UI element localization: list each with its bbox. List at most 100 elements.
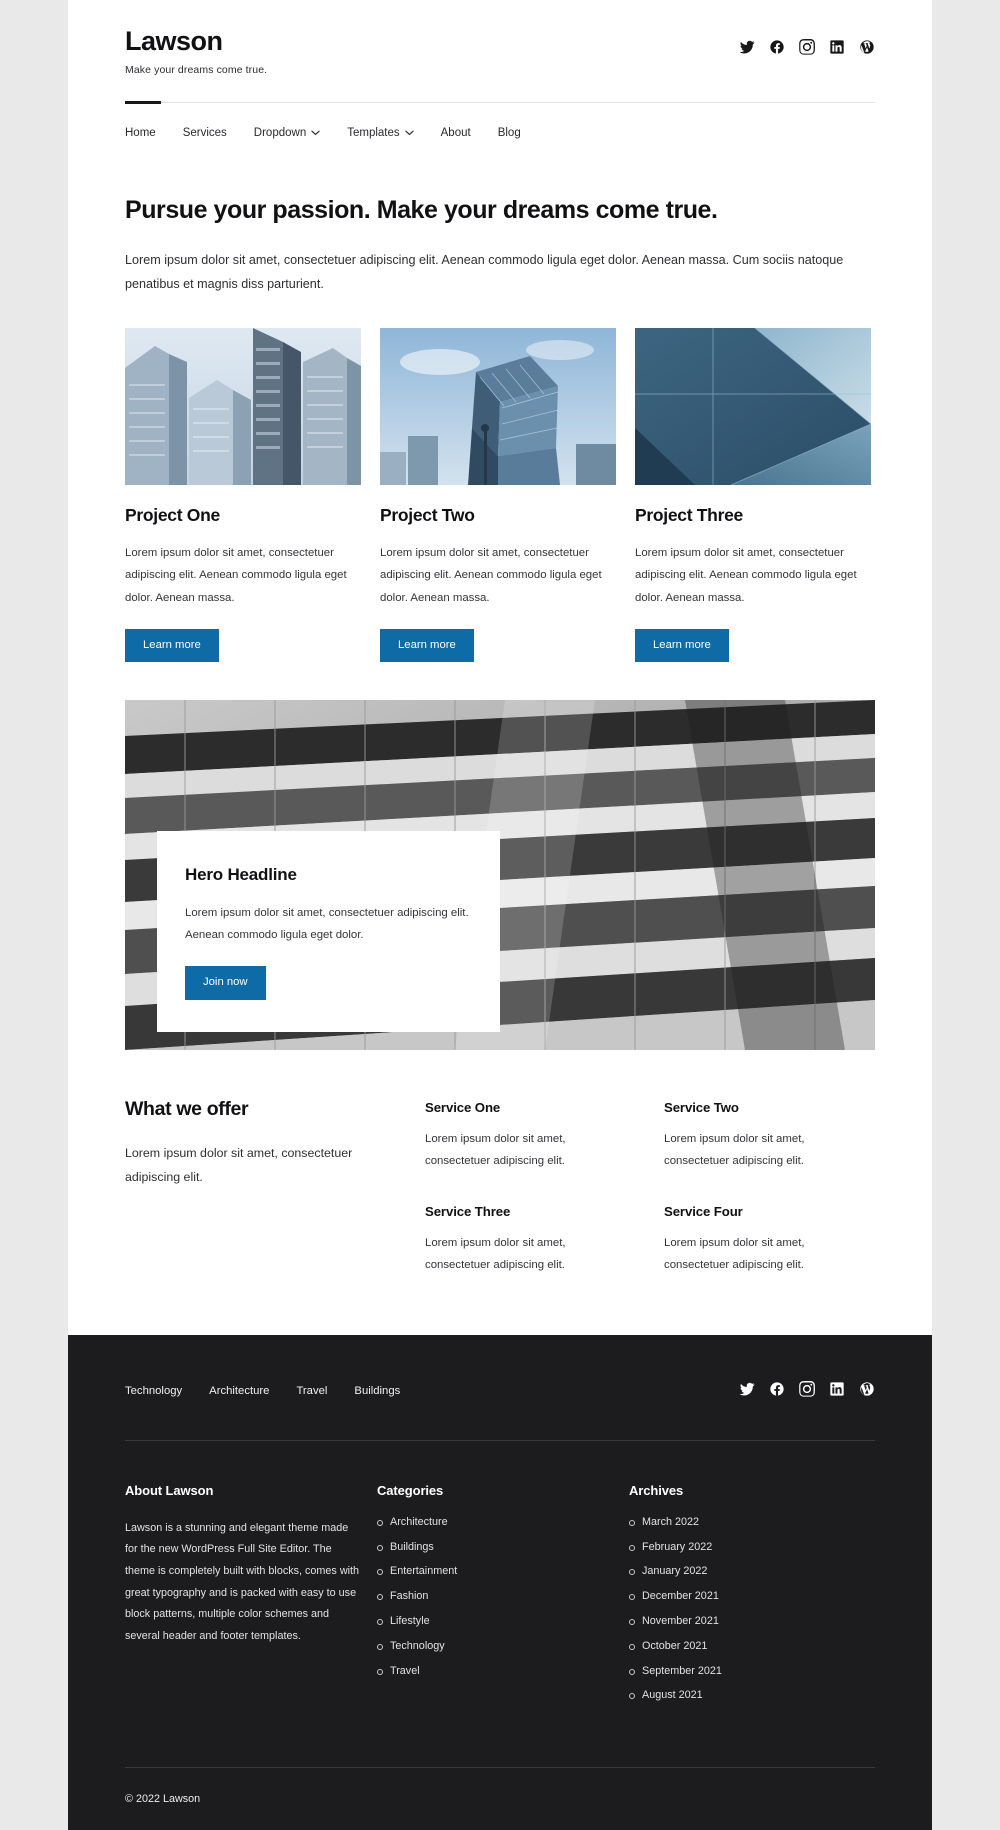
footer-about-heading: About Lawson: [125, 1482, 214, 1498]
list-item[interactable]: March 2022: [629, 1516, 875, 1528]
footer-nav-item-travel[interactable]: Travel: [296, 1385, 327, 1397]
nav-item-blog[interactable]: Blog: [498, 127, 521, 139]
learn-more-button[interactable]: Learn more: [125, 628, 219, 663]
instagram-icon[interactable]: [799, 1380, 815, 1402]
hero-banner-text: Lorem ipsum dolor sit amet, consectetuer…: [185, 907, 469, 941]
hero-banner: Hero Headline Lorem ipsum dolor sit amet…: [125, 700, 875, 1051]
project-card: Project Two Lorem ipsum dolor sit amet, …: [380, 328, 616, 663]
primary-navigation-bar: Home Services Dropdown Templates About B…: [125, 100, 875, 149]
nav-item-about[interactable]: About: [441, 127, 471, 139]
twitter-icon[interactable]: [739, 1381, 755, 1402]
footer-nav-item-architecture[interactable]: Architecture: [209, 1385, 269, 1397]
facebook-icon[interactable]: [769, 39, 785, 55]
list-item[interactable]: Fashion: [377, 1591, 629, 1602]
footer-nav-item-buildings[interactable]: Buildings: [354, 1385, 400, 1397]
service-title: Service Four: [664, 1204, 743, 1220]
list-item[interactable]: December 2021: [629, 1591, 875, 1602]
wordpress-icon[interactable]: [859, 39, 875, 55]
project-description: Lorem ipsum dolor sit amet, consectetuer…: [125, 547, 347, 604]
active-nav-indicator: [125, 100, 161, 104]
service-title: Service One: [425, 1100, 501, 1116]
nav-item-services[interactable]: Services: [183, 127, 227, 139]
nav-item-label: Templates: [347, 126, 400, 139]
header-social-links: [739, 27, 875, 55]
site-page: Lawson Make your dreams come true. Home …: [68, 0, 932, 1830]
services-intro: What we offer Lorem ipsum dolor sit amet…: [125, 1098, 425, 1277]
list-item[interactable]: Buildings: [377, 1541, 629, 1553]
project-image-one: [125, 328, 361, 486]
list-item[interactable]: Architecture: [377, 1516, 629, 1528]
instagram-icon[interactable]: [799, 39, 815, 55]
learn-more-button[interactable]: Learn more: [380, 628, 474, 663]
project-description: Lorem ipsum dolor sit amet, consectetuer…: [635, 547, 857, 604]
list-item[interactable]: Technology: [377, 1640, 629, 1652]
footer-copyright-bar: © 2022 Lawson: [125, 1768, 875, 1830]
services-heading: What we offer: [125, 1098, 249, 1121]
chevron-down-icon: [311, 130, 320, 136]
footer-column-archives: Archives March 2022 February 2022 Januar…: [629, 1483, 875, 1715]
list-item[interactable]: October 2021: [629, 1640, 875, 1652]
project-card: Project Three Lorem ipsum dolor sit amet…: [635, 328, 871, 663]
linkedin-icon[interactable]: [829, 39, 845, 55]
list-item[interactable]: September 2021: [629, 1665, 875, 1677]
service-item: Service Three Lorem ipsum dolor sit amet…: [425, 1204, 636, 1276]
service-item: Service Four Lorem ipsum dolor sit amet,…: [664, 1204, 875, 1276]
site-tagline: Make your dreams come true.: [125, 63, 268, 76]
footer-archives-heading: Archives: [629, 1482, 684, 1498]
service-text: Lorem ipsum dolor sit amet, consectetuer…: [425, 1133, 566, 1167]
learn-more-button[interactable]: Learn more: [635, 628, 729, 663]
site-title[interactable]: Lawson: [125, 26, 267, 57]
list-item[interactable]: August 2021: [629, 1690, 875, 1701]
services-intro-text: Lorem ipsum dolor sit amet, consectetuer…: [125, 1146, 353, 1185]
footer-column-categories: Categories Architecture Buildings Entert…: [377, 1483, 629, 1715]
footer-categories-heading: Categories: [377, 1482, 444, 1498]
site-header: Lawson Make your dreams come true.: [125, 0, 875, 76]
nav-item-label: Home: [125, 126, 156, 139]
list-item[interactable]: Entertainment: [377, 1566, 629, 1577]
hero-banner-title: Hero Headline: [185, 865, 297, 885]
service-text: Lorem ipsum dolor sit amet, consectetuer…: [425, 1237, 566, 1272]
twitter-icon[interactable]: [739, 39, 755, 55]
service-item: Service One Lorem ipsum dolor sit amet, …: [425, 1100, 636, 1172]
list-item[interactable]: Travel: [377, 1665, 629, 1677]
footer-column-about: About Lawson Lawson is a stunning and el…: [125, 1483, 377, 1715]
nav-item-home[interactable]: Home: [125, 127, 156, 139]
join-now-button[interactable]: Join now: [185, 966, 266, 1000]
footer-archives-list: March 2022 February 2022 January 2022 De…: [629, 1516, 875, 1701]
service-title: Service Two: [664, 1100, 739, 1116]
list-item[interactable]: November 2021: [629, 1616, 875, 1627]
list-item[interactable]: January 2022: [629, 1566, 875, 1577]
nav-item-label: About: [440, 126, 471, 139]
services-grid: Service One Lorem ipsum dolor sit amet, …: [425, 1098, 875, 1277]
services-section: What we offer Lorem ipsum dolor sit amet…: [125, 1098, 875, 1335]
nav-item-label: Services: [182, 126, 227, 139]
project-image-three: [635, 328, 871, 486]
brand-block: Lawson Make your dreams come true.: [125, 26, 268, 76]
nav-item-label: Dropdown: [253, 126, 307, 139]
footer-top-bar: Technology Architecture Travel Buildings: [125, 1335, 875, 1440]
project-title: Project Two: [380, 505, 475, 526]
linkedin-icon[interactable]: [829, 1381, 845, 1402]
footer-navigation: Technology Architecture Travel Buildings: [125, 1385, 400, 1397]
list-item[interactable]: Lifestyle: [377, 1616, 629, 1627]
chevron-down-icon: [404, 130, 414, 136]
project-description: Lorem ipsum dolor sit amet, consectetuer…: [380, 547, 602, 604]
wordpress-icon[interactable]: [859, 1381, 875, 1402]
list-item[interactable]: February 2022: [629, 1541, 875, 1553]
service-item: Service Two Lorem ipsum dolor sit amet, …: [664, 1100, 875, 1172]
nav-item-templates[interactable]: Templates: [347, 126, 414, 139]
project-title: Project One: [125, 505, 220, 526]
hero-banner-card: Hero Headline Lorem ipsum dolor sit amet…: [157, 831, 500, 1032]
footer-nav-item-technology[interactable]: Technology: [125, 1385, 182, 1397]
project-title: Project Three: [635, 505, 743, 526]
nav-item-label: Blog: [497, 126, 521, 139]
page-subtitle: Lorem ipsum dolor sit amet, consectetuer…: [125, 252, 844, 292]
nav-item-dropdown[interactable]: Dropdown: [254, 127, 320, 139]
service-text: Lorem ipsum dolor sit amet, consectetuer…: [664, 1237, 805, 1272]
footer-columns: About Lawson Lawson is a stunning and el…: [125, 1441, 875, 1767]
service-text: Lorem ipsum dolor sit amet, consectetuer…: [664, 1133, 805, 1167]
content-container: Lawson Make your dreams come true. Home …: [68, 0, 932, 1335]
service-title: Service Three: [425, 1204, 511, 1220]
facebook-icon[interactable]: [769, 1381, 785, 1402]
project-card: Project One Lorem ipsum dolor sit amet, …: [125, 328, 361, 663]
